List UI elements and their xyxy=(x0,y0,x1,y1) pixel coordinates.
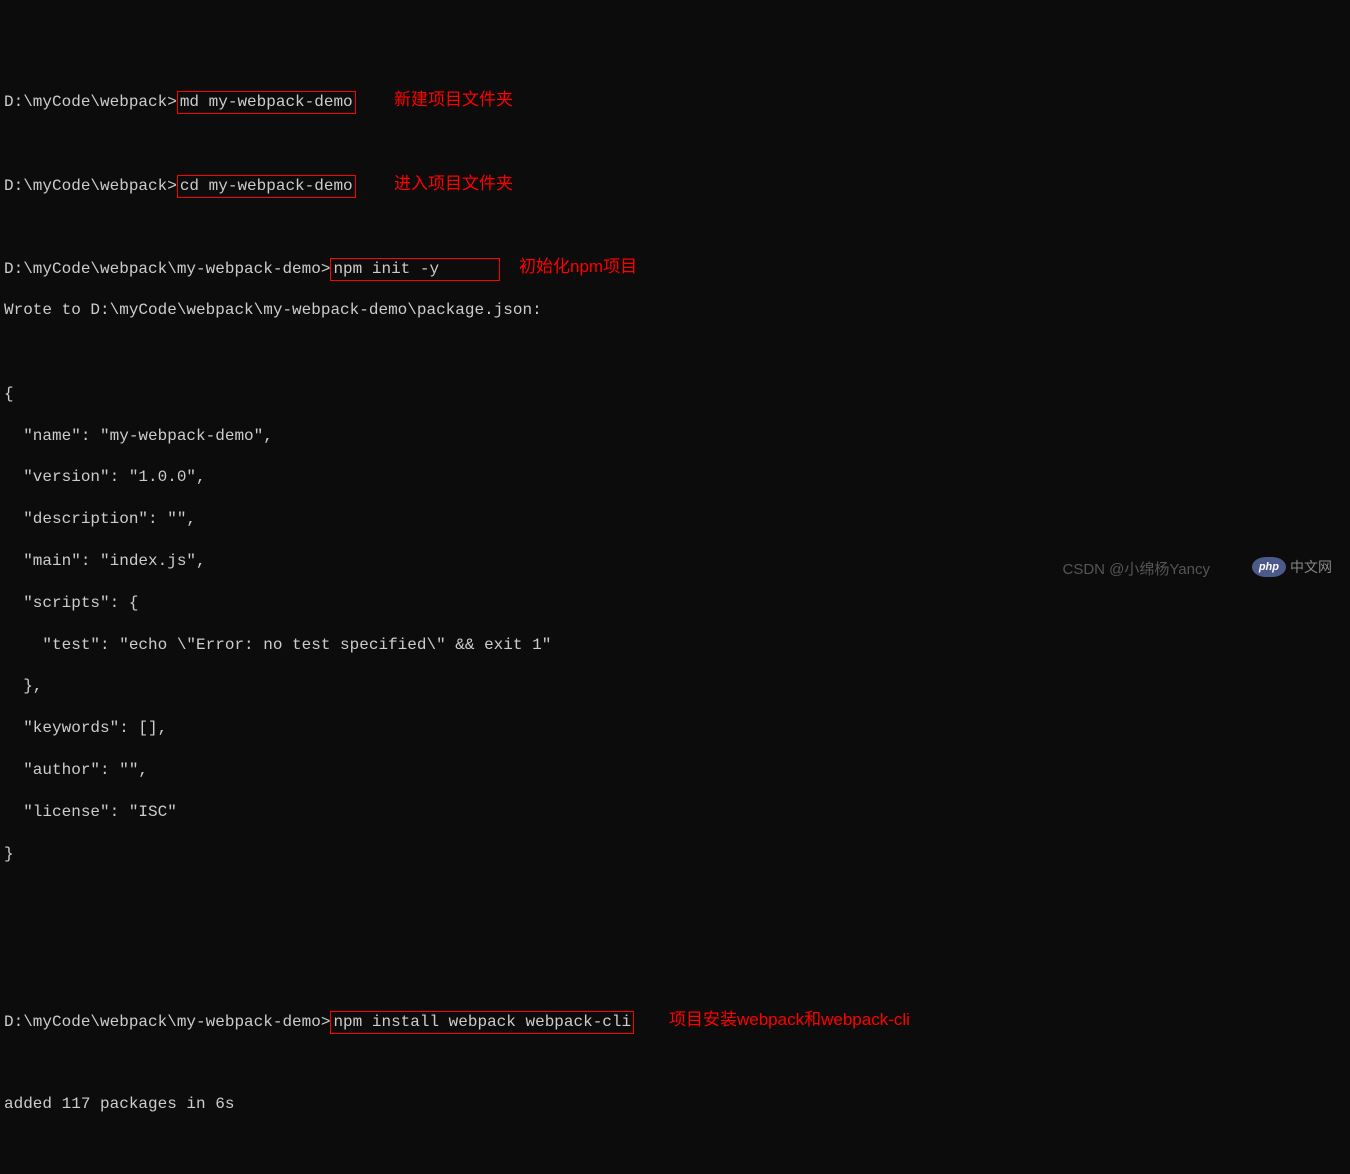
blank-line xyxy=(4,885,1350,906)
blank-line xyxy=(4,342,1350,363)
terminal-line-2: D:\myCode\webpack>cd my-webpack-demo 进入项目… xyxy=(4,175,1350,196)
annotation-1: 新建项目文件夹 xyxy=(394,89,513,111)
prompt: D:\myCode\webpack> xyxy=(4,93,177,111)
prompt: D:\myCode\webpack\my-webpack-demo> xyxy=(4,260,330,278)
watermark-csdn: CSDN @小绵杨Yancy xyxy=(1063,560,1210,580)
json-line: }, xyxy=(4,676,1350,697)
json-line: "keywords": [], xyxy=(4,718,1350,739)
terminal-line-5: D:\myCode\webpack\my-webpack-demo>npm in… xyxy=(4,1011,1350,1032)
json-line: "test": "echo \"Error: no test specified… xyxy=(4,635,1350,656)
json-line: "name": "my-webpack-demo", xyxy=(4,426,1350,447)
php-logo-icon: php xyxy=(1252,557,1286,577)
json-line: "scripts": { xyxy=(4,593,1350,614)
terminal-line-3: D:\myCode\webpack\my-webpack-demo>npm in… xyxy=(4,258,1350,279)
command-md: md my-webpack-demo xyxy=(177,91,356,114)
blank-line xyxy=(4,217,1350,238)
command-npm-install: npm install webpack webpack-cli xyxy=(330,1011,634,1034)
prompt: D:\myCode\webpack\my-webpack-demo> xyxy=(4,1013,330,1031)
blank-line xyxy=(4,133,1350,154)
command-cd: cd my-webpack-demo xyxy=(177,175,356,198)
json-line: "version": "1.0.0", xyxy=(4,467,1350,488)
blank-line xyxy=(4,927,1350,948)
terminal-line-1: D:\myCode\webpack>md my-webpack-demo 新建项目… xyxy=(4,91,1350,112)
php-text: 中文网 xyxy=(1290,558,1332,576)
output-added: added 117 packages in 6s xyxy=(4,1094,1350,1115)
blank-line xyxy=(4,1053,1350,1074)
annotation-2: 进入项目文件夹 xyxy=(394,173,513,195)
prompt: D:\myCode\webpack> xyxy=(4,177,177,195)
command-npm-init: npm init -y xyxy=(330,258,499,281)
json-line: { xyxy=(4,384,1350,405)
json-line: "license": "ISC" xyxy=(4,802,1350,823)
output-wrote: Wrote to D:\myCode\webpack\my-webpack-de… xyxy=(4,300,1350,321)
json-line: } xyxy=(4,844,1350,865)
annotation-3: 初始化npm项目 xyxy=(519,256,637,278)
json-line: "description": "", xyxy=(4,509,1350,530)
blank-line xyxy=(4,1136,1350,1157)
watermark-php: php 中文网 xyxy=(1252,557,1332,577)
json-line: "author": "", xyxy=(4,760,1350,781)
annotation-5: 项目安装webpack和webpack-cli xyxy=(669,1009,910,1031)
blank-line xyxy=(4,969,1350,990)
